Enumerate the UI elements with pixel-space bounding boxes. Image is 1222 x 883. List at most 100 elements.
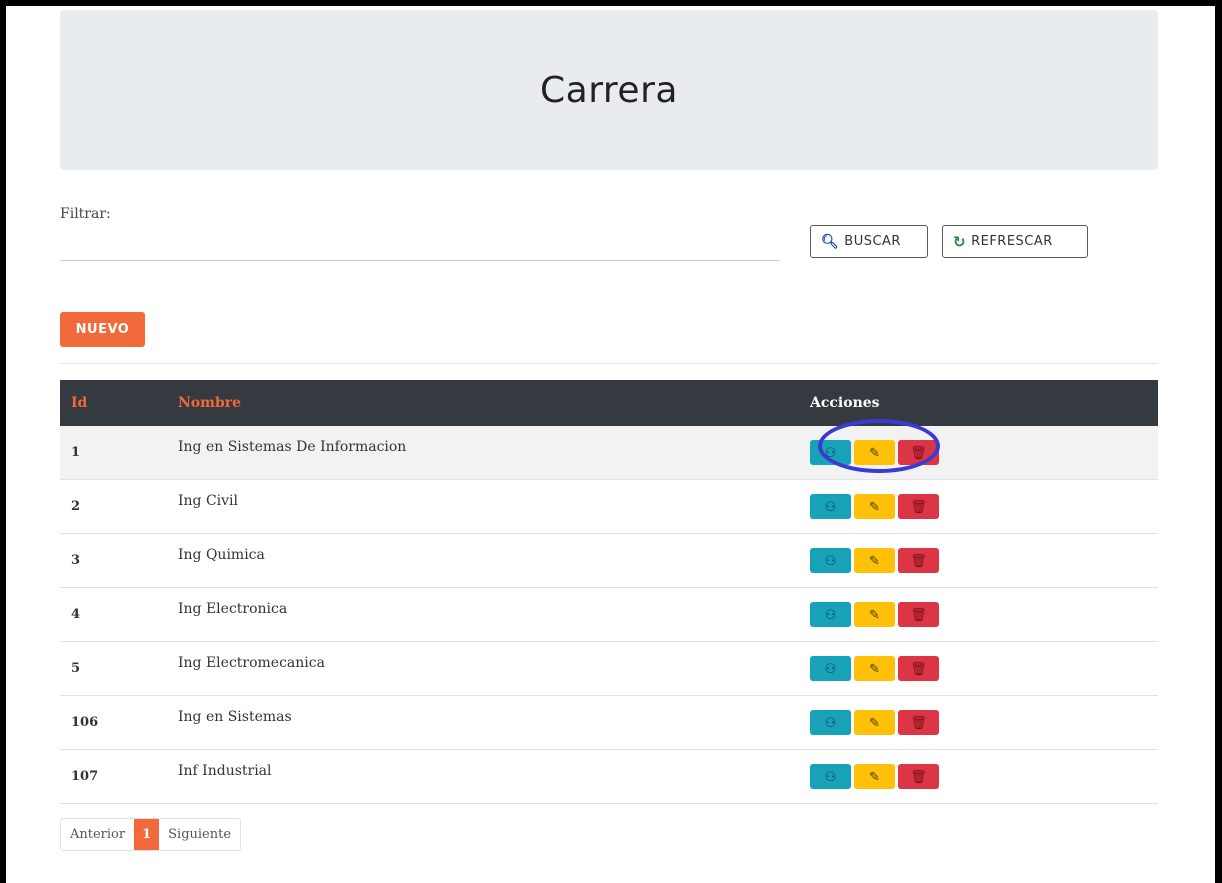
row-actions: ⚇ ✎ 🗑︎ (810, 710, 1158, 735)
cell-id: 107 (71, 769, 99, 784)
cell-id: 106 (71, 715, 99, 730)
pencil-icon: ✎ (869, 444, 880, 460)
cell-nombre-text: Ing Electromecanica (178, 654, 325, 671)
table-header: Id Nombre Acciones (60, 380, 1158, 426)
filter-input[interactable] (60, 228, 780, 261)
refresh-button[interactable]: ↻ REFRESCAR (942, 225, 1088, 258)
edit-button[interactable]: ✎ (854, 602, 895, 627)
header-id: Id (71, 395, 88, 411)
current-page-button[interactable]: 1 (134, 819, 160, 850)
view-button[interactable]: ⚇ (810, 548, 851, 573)
view-button[interactable]: ⚇ (810, 440, 851, 465)
pencil-icon: ✎ (869, 714, 880, 730)
search-icon: 🔍︎ (821, 233, 840, 250)
cell-nombre: Ing Civil (178, 493, 810, 515)
table-row: 3 Ing Quimica ⚇ ✎ 🗑︎ (60, 534, 1158, 588)
cell-nombre-text: Ing Civil (178, 492, 239, 509)
cell-nombre: Ing en Sistemas (178, 709, 810, 731)
header-nombre: Nombre (178, 395, 242, 411)
pencil-icon: ✎ (869, 768, 880, 784)
page-frame: Carrera Filtrar: 🔍︎ BUSCAR ↻ REFRESCAR N… (6, 6, 1215, 883)
edit-button[interactable]: ✎ (854, 440, 895, 465)
page-title: Carrera (540, 69, 678, 111)
divider (60, 363, 1158, 364)
delete-button[interactable]: 🗑︎ (898, 764, 939, 789)
trash-icon: 🗑︎ (910, 768, 927, 784)
cell-id: 3 (71, 553, 81, 568)
binoculars-icon: ⚇ (824, 606, 837, 622)
row-actions: ⚇ ✎ 🗑︎ (810, 764, 1158, 789)
cell-id: 4 (71, 607, 81, 622)
cell-id: 2 (71, 499, 81, 514)
refresh-button-label: REFRESCAR (971, 234, 1053, 249)
next-page-button[interactable]: Siguiente (159, 819, 240, 850)
pencil-icon: ✎ (869, 498, 880, 514)
filter-label: Filtrar: (60, 206, 111, 222)
edit-button[interactable]: ✎ (854, 764, 895, 789)
cell-nombre-text: Ing Electronica (178, 600, 288, 617)
header-acciones: Acciones (810, 395, 880, 411)
binoculars-icon: ⚇ (824, 444, 837, 460)
cell-nombre-text: Ing en Sistemas (178, 708, 292, 725)
cell-acciones: ⚇ ✎ 🗑︎ (810, 764, 1158, 789)
delete-button[interactable]: 🗑︎ (898, 494, 939, 519)
trash-icon: 🗑︎ (910, 606, 927, 622)
row-actions: ⚇ ✎ 🗑︎ (810, 656, 1158, 681)
search-button[interactable]: 🔍︎ BUSCAR (810, 225, 928, 258)
row-actions: ⚇ ✎ 🗑︎ (810, 548, 1158, 573)
pencil-icon: ✎ (869, 660, 880, 676)
table-row: 4 Ing Electronica ⚇ ✎ 🗑︎ (60, 588, 1158, 642)
cell-nombre-text: Ing Quimica (178, 546, 265, 563)
table-row: 5 Ing Electromecanica ⚇ ✎ 🗑︎ (60, 642, 1158, 696)
binoculars-icon: ⚇ (824, 552, 837, 568)
cell-nombre: Ing Electronica (178, 601, 810, 623)
cell-acciones: ⚇ ✎ 🗑︎ (810, 494, 1158, 519)
cell-acciones: ⚇ ✎ 🗑︎ (810, 656, 1158, 681)
prev-page-button[interactable]: Anterior (61, 819, 134, 850)
cell-nombre-text: Inf Industrial (178, 762, 272, 779)
row-actions: ⚇ ✎ 🗑︎ (810, 440, 1158, 465)
pencil-icon: ✎ (869, 552, 880, 568)
row-actions: ⚇ ✎ 🗑︎ (810, 494, 1158, 519)
trash-icon: 🗑︎ (910, 552, 927, 568)
refresh-icon: ↻ (953, 232, 967, 251)
table-row: 107 Inf Industrial ⚇ ✎ 🗑︎ (60, 750, 1158, 804)
cell-nombre: Ing en Sistemas De Informacion (178, 439, 810, 461)
binoculars-icon: ⚇ (824, 768, 837, 784)
delete-button[interactable]: 🗑︎ (898, 710, 939, 735)
pencil-icon: ✎ (869, 606, 880, 622)
table-body: 1 Ing en Sistemas De Informacion ⚇ ✎ 🗑︎ 2 Ing … (60, 426, 1158, 804)
delete-button[interactable]: 🗑︎ (898, 656, 939, 681)
edit-button[interactable]: ✎ (854, 710, 895, 735)
delete-button[interactable]: 🗑︎ (898, 440, 939, 465)
binoculars-icon: ⚇ (824, 714, 837, 730)
cell-nombre-text: Ing en Sistemas De Informacion (178, 438, 407, 455)
trash-icon: 🗑︎ (910, 444, 927, 460)
table-row: 1 Ing en Sistemas De Informacion ⚇ ✎ 🗑︎ (60, 426, 1158, 480)
cell-acciones: ⚇ ✎ 🗑︎ (810, 548, 1158, 573)
view-button[interactable]: ⚇ (810, 494, 851, 519)
delete-button[interactable]: 🗑︎ (898, 602, 939, 627)
cell-nombre: Ing Electromecanica (178, 655, 810, 677)
new-button[interactable]: NUEVO (60, 312, 145, 347)
cell-acciones: ⚇ ✎ 🗑︎ (810, 602, 1158, 627)
binoculars-icon: ⚇ (824, 498, 837, 514)
delete-button[interactable]: 🗑︎ (898, 548, 939, 573)
row-actions: ⚇ ✎ 🗑︎ (810, 602, 1158, 627)
view-button[interactable]: ⚇ (810, 656, 851, 681)
cell-id: 5 (71, 661, 81, 676)
cell-id: 1 (71, 445, 81, 460)
edit-button[interactable]: ✎ (854, 548, 895, 573)
table-row: 2 Ing Civil ⚇ ✎ 🗑︎ (60, 480, 1158, 534)
trash-icon: 🗑︎ (910, 660, 927, 676)
view-button[interactable]: ⚇ (810, 764, 851, 789)
view-button[interactable]: ⚇ (810, 602, 851, 627)
search-button-label: BUSCAR (844, 234, 901, 249)
edit-button[interactable]: ✎ (854, 494, 895, 519)
view-button[interactable]: ⚇ (810, 710, 851, 735)
cell-nombre: Ing Quimica (178, 547, 810, 569)
careers-table: Id Nombre Acciones 1 Ing en Sistemas De I… (60, 380, 1158, 804)
table-row: 106 Ing en Sistemas ⚇ ✎ 🗑︎ (60, 696, 1158, 750)
binoculars-icon: ⚇ (824, 660, 837, 676)
edit-button[interactable]: ✎ (854, 656, 895, 681)
